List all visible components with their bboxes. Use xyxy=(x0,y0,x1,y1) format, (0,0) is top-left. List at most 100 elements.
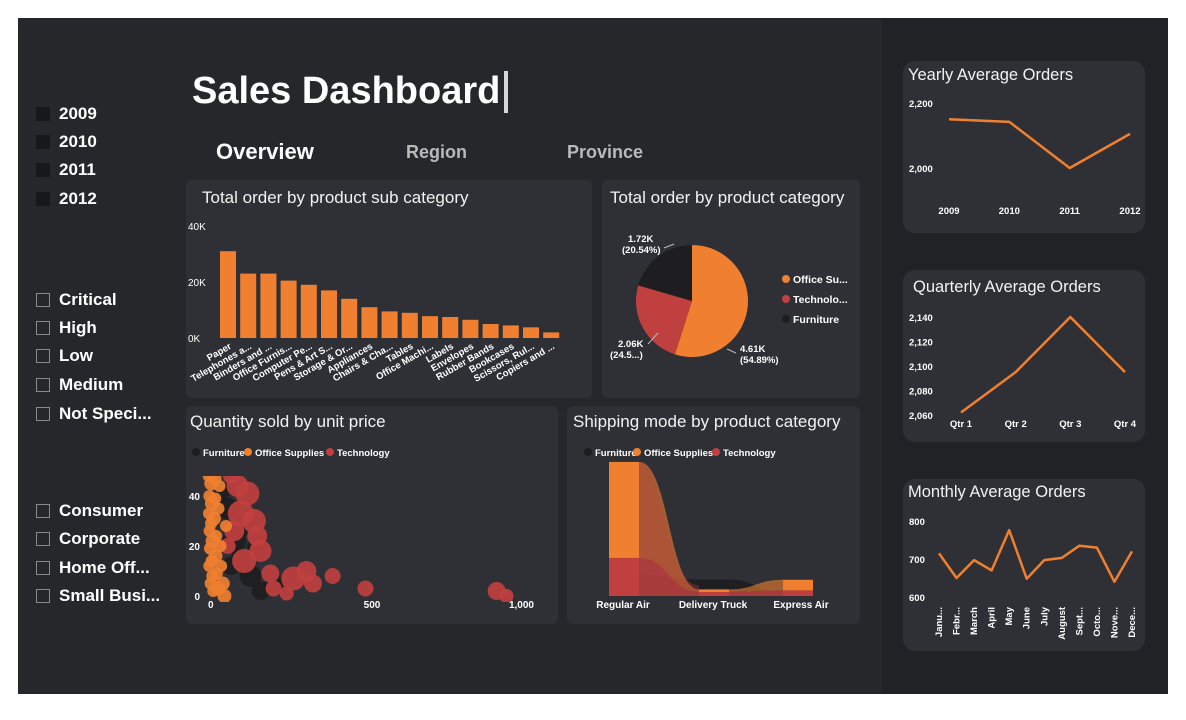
chart-title: Quarterly Average Orders xyxy=(913,278,1101,296)
scatter-point xyxy=(232,549,257,573)
priority-option-critical[interactable]: Critical xyxy=(36,288,117,312)
scatter-point xyxy=(215,576,230,591)
checkbox[interactable] xyxy=(36,532,50,546)
x-tick-label: Regular Air xyxy=(596,600,650,611)
bar-segment xyxy=(783,579,813,591)
x-tick-label: Octo... xyxy=(1092,607,1103,637)
scatter-point xyxy=(215,560,228,572)
legend-marker xyxy=(633,448,641,456)
y-tick-label: 2,100 xyxy=(909,362,933,373)
x-tick-label: Qtr 4 xyxy=(1114,419,1137,430)
legend-label: Office Supplies xyxy=(255,448,324,459)
x-tick-label: August xyxy=(1057,606,1068,640)
data-label: (24.5...) xyxy=(610,350,643,361)
data-label: (20.54%) xyxy=(622,245,661,256)
bar-segment xyxy=(609,557,639,596)
legend-label: Furniture xyxy=(595,448,637,459)
x-tick-label: 2011 xyxy=(1059,206,1080,217)
checkbox[interactable] xyxy=(36,561,50,575)
checkbox[interactable] xyxy=(36,504,50,518)
bar xyxy=(502,325,519,338)
x-tick-label: 2012 xyxy=(1119,206,1140,217)
y-tick-label: 2,000 xyxy=(909,164,933,175)
tab-overview[interactable]: Overview xyxy=(216,139,314,165)
bar xyxy=(523,327,539,338)
yearly-chart-panel: Yearly Average Orders 2,200 2,000 2009 2010 2… xyxy=(903,61,1145,233)
priority-option-high[interactable]: High xyxy=(36,316,97,340)
y-tick-label: 2,200 xyxy=(909,99,933,110)
checkbox[interactable] xyxy=(36,135,50,149)
legend-label: Office Su... xyxy=(793,274,848,286)
y-tick-label: 2,080 xyxy=(909,387,933,398)
line-series xyxy=(948,118,1131,170)
segment-option-small-business[interactable]: Small Busi... xyxy=(36,584,160,608)
tab-region[interactable]: Region xyxy=(406,142,467,163)
category-chart-panel: Total order by product category 4.61K (54.… xyxy=(602,180,860,398)
y-tick-label: 20 xyxy=(189,542,201,553)
segment-option-corporate[interactable]: Corporate xyxy=(36,527,140,551)
x-tick-label: 2010 xyxy=(999,206,1020,217)
checkbox[interactable] xyxy=(36,321,50,335)
y-tick-label: 0K xyxy=(188,334,201,345)
y-tick-label: 2,140 xyxy=(909,313,933,324)
x-tick-label: Nove... xyxy=(1109,607,1120,638)
x-tick-label: Sept... xyxy=(1074,607,1085,636)
legend-label: Technology xyxy=(723,448,776,459)
tab-province[interactable]: Province xyxy=(567,142,643,163)
year-option-2011[interactable]: 2011 xyxy=(36,158,96,182)
checkbox[interactable] xyxy=(36,192,50,206)
text-caret xyxy=(504,70,509,113)
legend-marker xyxy=(192,448,200,456)
chart-title: Quantity sold by unit price xyxy=(190,412,386,431)
scatter-point xyxy=(212,502,225,515)
x-tick-label: 2009 xyxy=(938,206,959,217)
bar xyxy=(280,280,297,338)
x-tick-label: 500 xyxy=(364,600,381,611)
legend-marker xyxy=(782,295,790,303)
year-option-2010[interactable]: 2010 xyxy=(36,130,97,154)
checkbox[interactable] xyxy=(36,589,50,603)
scatter-chart: Quantity sold by unit price Furniture Offi… xyxy=(189,412,535,611)
scatter-plot-area xyxy=(202,476,514,602)
checkbox[interactable] xyxy=(36,107,50,121)
bar-segment xyxy=(699,589,729,593)
data-label: 1.72K xyxy=(628,234,653,245)
leader-line xyxy=(663,243,675,249)
priority-option-low[interactable]: Low xyxy=(36,344,93,368)
bar xyxy=(462,319,479,338)
legend-marker xyxy=(782,275,790,283)
checkbox[interactable] xyxy=(36,407,50,421)
checkbox[interactable] xyxy=(36,293,50,307)
scatter-point xyxy=(303,574,322,593)
category-chart: Total order by product category 4.61K(54.… xyxy=(610,188,848,366)
legend-marker xyxy=(326,448,334,456)
y-tick-label: 2,060 xyxy=(909,411,933,422)
segment-option-consumer[interactable]: Consumer xyxy=(36,499,143,523)
chart-title: Total order by product sub category xyxy=(202,188,469,207)
shipping-chart: Shipping mode by product category Furnitu… xyxy=(573,412,841,611)
dashboard-canvas: Sales Dashboard Overview Region Province… xyxy=(18,18,1168,694)
segment-option-home-office[interactable]: Home Off... xyxy=(36,556,150,580)
x-tick-label: March xyxy=(969,607,980,635)
bar xyxy=(260,273,277,338)
legend-label: Furniture xyxy=(203,448,245,459)
legend-marker xyxy=(712,448,720,456)
shipping-chart-panel: Shipping mode by product category Furnitu… xyxy=(567,406,860,624)
x-tick-label: Febr... xyxy=(952,607,963,635)
checkbox[interactable] xyxy=(36,349,50,363)
priority-option-medium[interactable]: Medium xyxy=(36,373,123,397)
checkbox[interactable] xyxy=(36,378,50,392)
legend-label: Furniture xyxy=(793,314,839,326)
x-tick-label: Qtr 3 xyxy=(1059,419,1081,430)
year-option-2012[interactable]: 2012 xyxy=(36,187,97,211)
priority-option-not-specified[interactable]: Not Speci... xyxy=(36,402,152,426)
scatter-point xyxy=(261,564,280,583)
checkbox[interactable] xyxy=(36,163,50,177)
chart-title: Monthly Average Orders xyxy=(908,483,1086,501)
bar-segment xyxy=(609,461,639,558)
dashboard-title: Sales Dashboard xyxy=(192,70,501,112)
year-option-2009[interactable]: 2009 xyxy=(36,102,97,126)
scatter-point xyxy=(213,480,226,492)
scatter-chart-panel: Quantity sold by unit price Furniture Offi… xyxy=(186,406,558,624)
bar xyxy=(482,324,499,338)
